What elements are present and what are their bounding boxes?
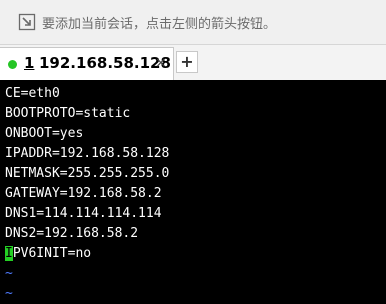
session-hint-bar: 要添加当前会话，点击左侧的箭头按钮。	[0, 0, 386, 45]
terminal-line: CE=eth0	[5, 86, 60, 101]
terminal-line: IPADDR=192.168.58.128	[5, 146, 170, 161]
arrow-in-box-icon[interactable]	[18, 13, 36, 31]
terminal-line: BOOTPROTO=static	[5, 106, 131, 121]
text-cursor: I	[5, 246, 13, 261]
vim-empty-line-marker: ~	[5, 286, 13, 301]
vim-empty-line-marker: ~	[5, 266, 13, 281]
connection-status-dot	[8, 60, 17, 69]
tab-session[interactable]: 1 192.168.58.128 ×	[0, 47, 174, 80]
terminal-line: DNS2=192.168.58.2	[5, 226, 139, 241]
terminal-area[interactable]: CE=eth0 BOOTPROTO=static ONBOOT=yes IPAD…	[0, 80, 386, 302]
tab-number: 1	[24, 54, 35, 72]
terminal-line: NETMASK=255.255.255.0	[5, 166, 170, 181]
tab-bar: 1 192.168.58.128 × +	[0, 45, 386, 80]
terminal-line: ONBOOT=yes	[5, 126, 84, 141]
terminal-cursor-line: IPV6INIT=no	[5, 244, 91, 264]
tab-title: 192.168.58.128	[39, 54, 171, 72]
cursor-line-text: PV6INIT=no	[12, 246, 92, 261]
terminal-line: DNS1=114.114.114.114	[5, 206, 162, 221]
session-hint-text: 要添加当前会话，点击左侧的箭头按钮。	[42, 17, 277, 32]
new-tab-button[interactable]: +	[176, 51, 198, 73]
close-icon[interactable]: ×	[155, 55, 167, 71]
terminal-line: GATEWAY=192.168.58.2	[5, 186, 162, 201]
